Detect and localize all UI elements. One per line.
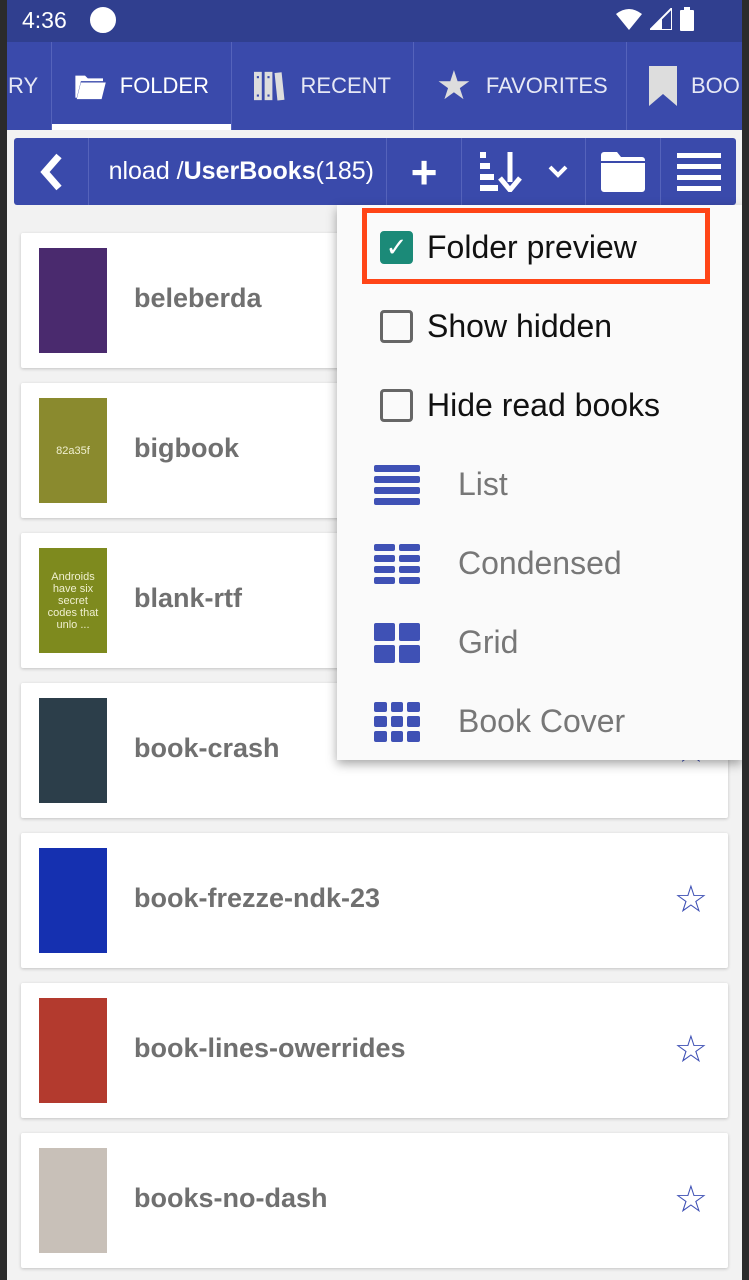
book-cover: 82a35f xyxy=(39,398,107,503)
tab-recent[interactable]: RECENT xyxy=(232,42,414,130)
signal-icon xyxy=(650,8,672,30)
tab-bookmarks[interactable]: BOO xyxy=(627,42,742,130)
book-count: (185) xyxy=(315,157,374,185)
book-title: book-lines-owerrides xyxy=(134,1033,406,1063)
highlight-box xyxy=(362,208,710,284)
tab-label: FOLDER xyxy=(119,73,209,98)
favorite-star-icon[interactable]: ☆ xyxy=(674,1181,708,1219)
tab-folder[interactable]: FOLDER xyxy=(52,42,232,130)
folder-icon xyxy=(75,75,106,100)
tab-label: BOO xyxy=(691,73,740,98)
menu-item-label: Hide read books xyxy=(427,387,661,423)
menu-view-grid[interactable]: Grid xyxy=(337,603,742,682)
menu-item-label: Grid xyxy=(458,624,519,660)
menu-checkbox-hide-read-books[interactable]: Hide read books xyxy=(337,366,742,445)
favorite-star-icon[interactable]: ☆ xyxy=(674,881,708,919)
app-notification-icon xyxy=(90,7,116,33)
status-bar: 4:36 xyxy=(7,0,742,42)
list-icon xyxy=(374,464,420,505)
chevron-down-icon xyxy=(548,165,567,178)
tab-label: RY xyxy=(8,73,39,98)
menu-item-label: List xyxy=(458,466,508,502)
book-cover xyxy=(39,248,107,353)
chevron-left-icon xyxy=(40,153,62,190)
tab-label: RECENT xyxy=(300,73,391,98)
book-cover xyxy=(39,848,107,953)
menu-view-condensed[interactable]: Condensed xyxy=(337,524,742,603)
status-icons xyxy=(616,7,694,31)
checkbox-unchecked-icon[interactable] xyxy=(380,310,413,343)
book-list-item[interactable]: books-no-dash ☆ xyxy=(21,1133,728,1268)
folder-toolbar: nload / UserBooks (185) + xyxy=(14,138,736,205)
menu-view-book-cover[interactable]: Book Cover xyxy=(337,682,742,761)
add-button[interactable]: + xyxy=(387,138,462,205)
current-folder: UserBooks xyxy=(183,157,316,185)
folder-button[interactable] xyxy=(586,138,661,205)
tab-library[interactable]: RY xyxy=(7,42,52,130)
view-menu-button[interactable] xyxy=(661,138,736,205)
menu-item-label: Show hidden xyxy=(427,308,613,344)
bookmark-icon xyxy=(649,66,677,106)
book-title: blank-rtf xyxy=(134,583,242,613)
book-title: books-no-dash xyxy=(134,1183,328,1213)
book-title: bigbook xyxy=(134,433,239,463)
tab-label: FAVORITES xyxy=(485,73,608,98)
tab-favorites[interactable]: ★ FAVORITES xyxy=(414,42,627,130)
book-cover xyxy=(39,998,107,1103)
wifi-icon xyxy=(616,9,642,30)
checkbox-unchecked-icon[interactable] xyxy=(380,389,413,422)
book-list-item[interactable]: book-lines-owerrides ☆ xyxy=(21,983,728,1118)
book-title: book-frezze-ndk-23 xyxy=(134,883,381,913)
battery-icon xyxy=(680,7,694,31)
star-icon: ★ xyxy=(436,64,472,108)
favorite-star-icon[interactable]: ☆ xyxy=(674,1031,708,1069)
book-cover xyxy=(39,698,107,803)
menu-checkbox-show-hidden[interactable]: Show hidden xyxy=(337,287,742,366)
sort-icon xyxy=(479,151,522,192)
app: 4:36 RY FOLDER RECENT ★ FAVORITES BOO nl… xyxy=(7,0,742,1280)
grid-icon xyxy=(374,622,420,663)
book-list-item[interactable]: book-frezze-ndk-23 ☆ xyxy=(21,833,728,968)
view-options-menu: ✓ Folder preview Show hidden Hide read book… xyxy=(337,205,742,760)
folder-icon xyxy=(601,151,645,192)
menu-lines-icon xyxy=(676,152,721,191)
book-cover-grid-icon xyxy=(374,701,420,742)
book-title: book-crash xyxy=(134,733,280,763)
clock: 4:36 xyxy=(22,7,67,33)
condensed-list-icon xyxy=(374,543,420,584)
plus-icon: + xyxy=(410,145,438,198)
breadcrumb-prefix: nload / xyxy=(108,157,184,185)
menu-view-list[interactable]: List xyxy=(337,445,742,524)
books-icon xyxy=(254,71,285,101)
tab-bar: RY FOLDER RECENT ★ FAVORITES BOO xyxy=(7,42,742,130)
sort-button[interactable] xyxy=(462,138,586,205)
book-cover xyxy=(39,1148,107,1253)
menu-item-label: Condensed xyxy=(458,545,622,581)
menu-item-label: Book Cover xyxy=(458,703,626,739)
book-cover: Androids have six secret codes that unlo… xyxy=(39,548,107,653)
breadcrumb[interactable]: nload / UserBooks (185) xyxy=(89,138,387,205)
back-button[interactable] xyxy=(14,138,89,205)
book-title: beleberda xyxy=(134,283,262,313)
